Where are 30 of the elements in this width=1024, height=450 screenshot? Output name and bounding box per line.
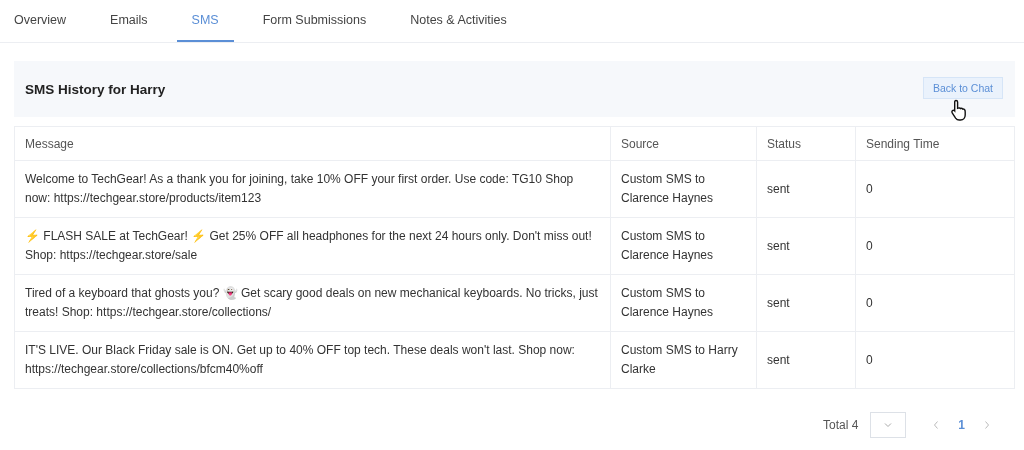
panel-title: SMS History for Harry xyxy=(25,81,166,97)
page-size-select[interactable] xyxy=(870,412,907,438)
column-header: Sending Time xyxy=(855,126,1015,161)
source-cell: Custom SMS to Clarence Haynes xyxy=(610,274,757,332)
message-cell: IT'S LIVE. Our Black Friday sale is ON. Get up to 40% OFF top tech. These deals won't last. Shop now: https://techgear.store/collections/bfcm40%off xyxy=(14,331,611,389)
source-cell: Custom SMS to Clarence Haynes xyxy=(610,217,757,275)
sending-time-cell: 0 xyxy=(855,331,1015,389)
source-cell: Custom SMS to Harry Clarke xyxy=(610,331,757,389)
column-header: Source xyxy=(610,126,757,161)
sending-time-cell: 0 xyxy=(855,217,1015,275)
message-cell: Welcome to TechGear! As a thank you for joining, take 10% OFF your first order. Use code: TG10 Shop now: https://techgear.store/products/item123 xyxy=(14,160,611,218)
source-cell: Custom SMS to Clarence Haynes xyxy=(610,160,757,218)
previous-page-icon[interactable] xyxy=(932,420,941,430)
status-cell: sent xyxy=(756,274,856,332)
next-page-icon[interactable] xyxy=(983,420,991,430)
message-cell: Tired of a keyboard that ghosts you? 👻 Get scary good deals on new mechanical keyboards. No tricks, just treats! Shop: https://techgear.store/collections/ xyxy=(14,274,611,332)
sending-time-cell: 0 xyxy=(855,274,1015,332)
tab[interactable]: Notes & Activities xyxy=(395,0,522,42)
column-header: Status xyxy=(756,126,856,161)
status-cell: sent xyxy=(756,331,856,389)
message-cell: ⚡ FLASH SALE at TechGear! ⚡ Get 25% OFF all headphones for the next 24 hours only. Don't miss out! Shop: https://techgear.store/sale xyxy=(14,217,611,275)
tab[interactable]: Overview xyxy=(0,0,82,42)
status-cell: sent xyxy=(756,160,856,218)
status-cell: sent xyxy=(756,217,856,275)
tab[interactable]: Form Submissions xyxy=(247,0,382,42)
column-header: Message xyxy=(14,126,611,161)
sending-time-cell: 0 xyxy=(855,160,1015,218)
tab[interactable]: Emails xyxy=(95,0,163,42)
chevron-down-icon xyxy=(884,421,893,429)
total-count: Total 4 xyxy=(822,418,859,432)
